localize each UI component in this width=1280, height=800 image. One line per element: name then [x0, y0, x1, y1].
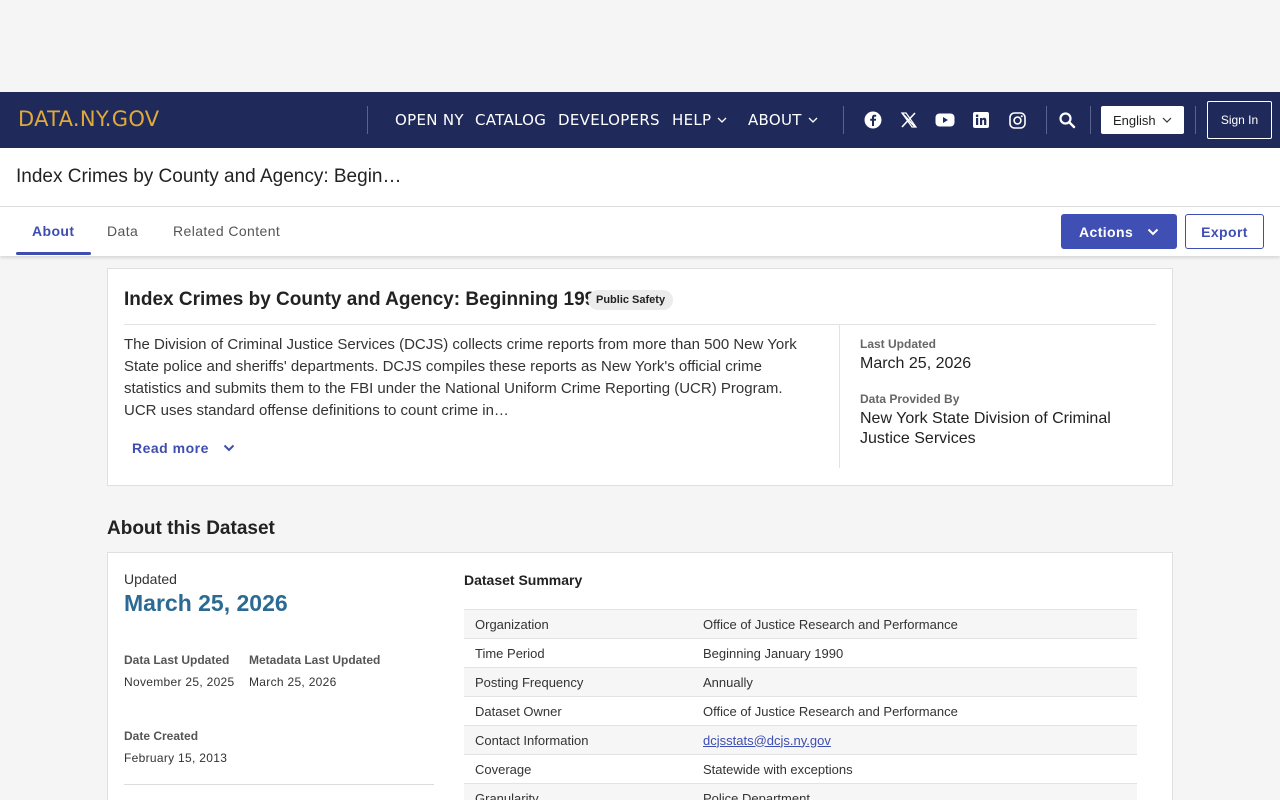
metadata-last-updated-value: March 25, 2026 [249, 675, 337, 689]
dataset-summary-table: Organization Office of Justice Research a… [464, 609, 1137, 800]
page-title: Index Crimes by County and Agency: Begin… [16, 166, 402, 187]
divider [124, 324, 1156, 325]
top-blank-area [0, 0, 1280, 92]
dataset-title: Index Crimes by County and Agency: Begin… [124, 289, 606, 310]
nav-label: CATALOG [475, 111, 547, 129]
youtube-icon[interactable] [935, 110, 955, 130]
divider [839, 325, 840, 468]
about-dataset-card: Updated March 25, 2026 Data Last Updated… [107, 552, 1173, 800]
dataset-description: The Division of Criminal Justice Service… [124, 336, 797, 419]
table-row: Dataset Owner Office of Justice Research … [464, 696, 1137, 726]
date-created-value: February 15, 2013 [124, 751, 228, 765]
about-dataset-heading: About this Dataset [107, 518, 275, 539]
summary-key: Posting Frequency [464, 667, 692, 697]
site-navbar: DATA.NY.GOV OPEN NY CATALOG DEVELOPERS H… [0, 92, 1280, 148]
brand-logo[interactable]: DATA.NY.GOV [18, 107, 159, 131]
table-row: Posting Frequency Annually [464, 667, 1137, 697]
summary-key: Contact Information [464, 725, 692, 755]
data-last-updated-label: Data Last Updated [124, 653, 230, 667]
linkedin-icon[interactable] [971, 110, 991, 130]
nav-label: DEVELOPERS [558, 111, 660, 129]
date-created-label: Date Created [124, 729, 199, 743]
nav-divider [367, 106, 368, 134]
last-updated-value: March 25, 2026 [860, 355, 972, 372]
nav-label: ABOUT [748, 111, 802, 129]
summary-value: Police Department [692, 783, 1137, 800]
actions-label: Actions [1079, 223, 1134, 240]
summary-value: Annually [692, 667, 1137, 697]
search-icon[interactable] [1057, 110, 1077, 130]
nav-link-developers[interactable]: DEVELOPERS [558, 111, 660, 129]
table-row: Coverage Statewide with exceptions [464, 754, 1137, 784]
summary-value: Office of Justice Research and Performan… [692, 696, 1137, 726]
nav-link-catalog[interactable]: CATALOG [475, 111, 546, 129]
facebook-icon[interactable] [863, 110, 883, 130]
export-button[interactable]: Export [1185, 214, 1264, 249]
chevron-down-icon [808, 117, 818, 123]
chevron-down-icon [717, 117, 727, 123]
tab-data[interactable]: Data [107, 223, 138, 239]
nav-label: OPEN NY [395, 111, 464, 129]
updated-date: March 25, 2026 [124, 590, 288, 616]
summary-key: Dataset Owner [464, 696, 692, 726]
summary-key: Granularity [464, 783, 692, 800]
table-row: Time Period Beginning January 1990 [464, 638, 1137, 668]
summary-value: Statewide with exceptions [692, 754, 1137, 784]
nav-divider [1046, 106, 1047, 134]
active-tab-indicator [16, 252, 91, 255]
summary-key: Coverage [464, 754, 692, 784]
updated-label: Updated [124, 571, 177, 587]
provided-by-value: New York State Division of Criminal Just… [860, 410, 1111, 447]
tab-bar: About Data Related Content Actions Expor… [0, 207, 1280, 256]
table-row: Granularity Police Department [464, 783, 1137, 800]
metadata-last-updated-label: Metadata Last Updated [249, 653, 381, 667]
language-value: English [1113, 112, 1156, 128]
summary-key: Time Period [464, 638, 692, 668]
summary-value: Beginning January 1990 [692, 638, 1137, 668]
read-more-label: Read more [132, 440, 209, 456]
chevron-down-icon [1162, 117, 1172, 123]
sign-in-button[interactable]: Sign In [1207, 101, 1272, 139]
data-last-updated-value: November 25, 2025 [124, 675, 235, 689]
nav-divider [843, 106, 844, 134]
contact-email-link[interactable]: dcjsstats@dcjs.ny.gov [703, 733, 831, 748]
dataset-summary-heading: Dataset Summary [464, 572, 583, 588]
nav-link-help[interactable]: HELP [672, 111, 727, 129]
tab-related-content[interactable]: Related Content [173, 223, 280, 239]
nav-label: HELP [672, 111, 712, 129]
page-title-bar: Index Crimes by County and Agency: Begin… [0, 148, 1280, 207]
summary-value: Office of Justice Research and Performan… [692, 609, 1137, 639]
table-row: Contact Information dcjsstats@dcjs.ny.gov [464, 725, 1137, 755]
last-updated-label: Last Updated [860, 337, 937, 351]
divider [124, 784, 434, 785]
dataset-overview-card: Index Crimes by County and Agency: Begin… [107, 268, 1173, 486]
summary-value: dcjsstats@dcjs.ny.gov [692, 725, 1137, 755]
nav-divider [1090, 106, 1091, 134]
chevron-down-icon [1147, 228, 1159, 235]
instagram-icon[interactable] [1007, 110, 1027, 130]
nav-link-about[interactable]: ABOUT [748, 111, 818, 129]
summary-key: Organization [464, 609, 692, 639]
category-tag[interactable]: Public Safety [588, 290, 674, 310]
actions-button[interactable]: Actions [1061, 214, 1177, 249]
nav-link-open-ny[interactable]: OPEN NY [395, 111, 464, 129]
x-icon[interactable] [899, 110, 919, 130]
nav-divider [1195, 106, 1196, 134]
provided-by-label: Data Provided By [860, 392, 960, 406]
chevron-down-icon [223, 444, 235, 452]
language-select[interactable]: English [1101, 106, 1184, 134]
table-row: Organization Office of Justice Research a… [464, 609, 1137, 639]
read-more-button[interactable]: Read more [132, 440, 235, 456]
tab-about[interactable]: About [32, 223, 74, 239]
